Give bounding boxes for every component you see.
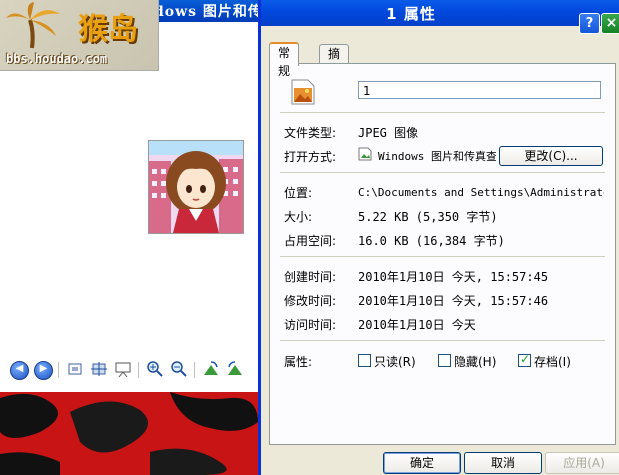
modified-value: 2010年1月10日 今天, 15:57:46 — [358, 294, 549, 308]
hidden-checkbox-box[interactable] — [438, 354, 451, 367]
toolbar-separator — [194, 362, 195, 378]
size-on-disk-label: 占用空间: — [284, 234, 337, 248]
zoom-out-icon[interactable] — [170, 360, 188, 378]
rotate-clockwise-icon[interactable] — [202, 360, 220, 378]
help-button[interactable]: ? — [579, 13, 600, 34]
file-type-value: JPEG 图像 — [358, 126, 419, 140]
toolbar-separator — [58, 362, 59, 378]
size-value: 5.22 KB (5,350 字节) — [358, 210, 498, 224]
toolbar-separator — [138, 362, 139, 378]
actual-size-icon[interactable] — [90, 360, 108, 378]
file-type-label: 文件类型: — [284, 126, 337, 140]
location-value: C:\Documents and Settings\Administrator\… — [358, 186, 604, 199]
tab-general[interactable]: 常规 — [269, 42, 300, 78]
best-fit-icon[interactable] — [66, 360, 84, 378]
accessed-value: 2010年1月10日 今天 — [358, 318, 476, 332]
close-button[interactable]: × — [601, 13, 619, 34]
image-preview — [148, 140, 244, 234]
apply-button[interactable]: 应用(A) — [545, 452, 619, 474]
separator — [280, 256, 605, 257]
desktop-wallpaper — [0, 392, 258, 475]
image-viewer-window: Windows 图片和传真查看器 猴岛 bbs.houdao.com — [0, 0, 262, 475]
viewer-toolbar: ◀ ▶ — [0, 356, 258, 382]
anime-girl-image — [149, 141, 243, 233]
tab-summary[interactable]: 摘要 — [319, 44, 350, 79]
cancel-button[interactable]: 取消 — [464, 452, 542, 474]
zoom-in-icon[interactable] — [146, 360, 164, 378]
size-on-disk-value: 16.0 KB (16,384 字节) — [358, 234, 505, 248]
ok-button[interactable]: 确定 — [383, 452, 461, 474]
attributes-label: 属性: — [284, 355, 313, 369]
created-value: 2010年1月10日 今天, 15:57:45 — [358, 270, 549, 284]
read-only-checkbox-box[interactable] — [358, 354, 371, 367]
separator — [280, 112, 605, 113]
location-label: 位置: — [284, 186, 313, 200]
hidden-label: 隐藏(H) — [454, 355, 497, 369]
change-program-button[interactable]: 更改(C)... — [499, 146, 603, 166]
dialog-title: 1 属性 — [386, 5, 436, 23]
checkmark-icon: ✓ — [520, 352, 531, 366]
forum-logo: 猴岛 bbs.houdao.com — [0, 0, 159, 71]
jpeg-file-icon — [291, 79, 315, 105]
next-icon: ▶ — [39, 363, 48, 374]
previous-image-button[interactable]: ◀ — [10, 361, 29, 380]
properties-dialog: 1 属性 ? × 常规 摘要 1 文件类型: JPEG 图像 打开方式: Win… — [258, 0, 619, 475]
general-tab-panel: 1 文件类型: JPEG 图像 打开方式: Windows 图片和传真查看器 更… — [269, 63, 616, 445]
opens-with-label: 打开方式: — [284, 150, 337, 164]
slideshow-icon[interactable] — [114, 360, 132, 378]
palm-tree-icon — [6, 2, 60, 49]
logo-url: bbs.houdao.com — [6, 52, 108, 66]
accessed-label: 访问时间: — [284, 318, 337, 332]
separator — [280, 340, 605, 341]
separator — [280, 172, 605, 173]
opens-with-value: Windows 图片和传真查看器 — [378, 150, 496, 163]
file-name-input[interactable]: 1 — [358, 81, 601, 99]
read-only-label: 只读(R) — [374, 355, 416, 369]
logo-text: 猴岛 — [78, 12, 138, 47]
archive-checkbox-box[interactable]: ✓ — [518, 352, 531, 367]
previous-icon: ◀ — [15, 363, 24, 374]
rotate-counterclockwise-icon[interactable] — [226, 360, 244, 378]
picture-viewer-icon — [358, 147, 372, 161]
modified-label: 修改时间: — [284, 294, 337, 308]
archive-label: 存档(I) — [534, 355, 571, 369]
wallpaper-pattern — [0, 392, 258, 475]
next-image-button[interactable]: ▶ — [34, 361, 53, 380]
size-label: 大小: — [284, 210, 313, 224]
dialog-title-bar[interactable]: 1 属性 — [261, 0, 619, 26]
created-label: 创建时间: — [284, 270, 337, 284]
